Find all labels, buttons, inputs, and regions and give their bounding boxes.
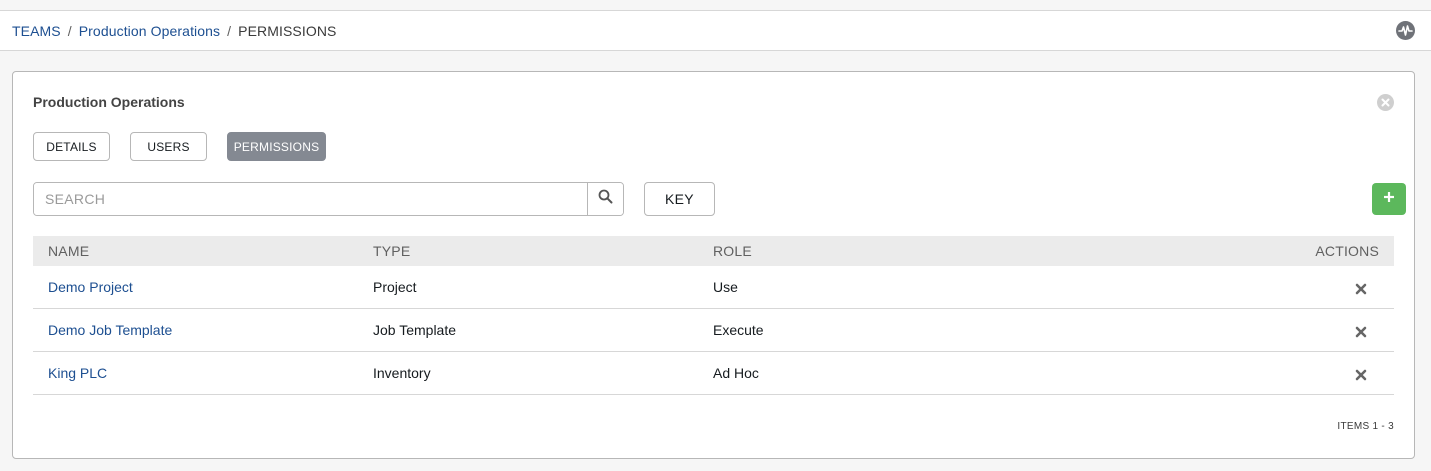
resource-type: Project (373, 279, 417, 295)
column-header-type[interactable]: TYPE (373, 243, 713, 259)
resource-role: Ad Hoc (713, 365, 759, 381)
resource-type: Inventory (373, 365, 431, 381)
pagination-info: ITEMS 1 - 3 (1337, 421, 1394, 432)
column-header-name[interactable]: NAME (33, 243, 373, 259)
table-row: Demo Job Template Job Template Execute (33, 309, 1394, 352)
tab-details[interactable]: DETAILS (33, 132, 110, 161)
breadcrumb: TEAMS / Production Operations / PERMISSI… (12, 11, 336, 50)
resource-role: Execute (713, 322, 764, 338)
add-permission-button[interactable] (1372, 183, 1406, 215)
tab-permissions[interactable]: PERMISSIONS (227, 132, 326, 161)
table-row: King PLC Inventory Ad Hoc (33, 352, 1394, 395)
remove-permission-icon[interactable] (1355, 282, 1367, 295)
search-button[interactable] (587, 183, 623, 215)
search-input[interactable] (34, 183, 587, 215)
pager-range: 1 - 3 (1372, 421, 1394, 432)
column-header-role: ROLE (713, 243, 752, 259)
team-permissions-panel: Production Operations DETAILS USERS PERM… (12, 71, 1415, 459)
resource-type: Job Template (373, 322, 457, 338)
permissions-table: NAME TYPE ROLE ACTIONS Demo Project Proj… (33, 236, 1394, 395)
search-box (33, 182, 624, 216)
search-icon (598, 189, 613, 209)
remove-permission-icon[interactable] (1355, 325, 1367, 338)
plus-icon (1383, 190, 1395, 208)
activity-stream-icon[interactable] (1396, 21, 1415, 40)
resource-name-link[interactable]: Demo Job Template (48, 322, 172, 338)
tab-bar: DETAILS USERS PERMISSIONS (33, 132, 326, 161)
table-row: Demo Project Project Use (33, 266, 1394, 309)
top-bar: TEAMS / Production Operations / PERMISSI… (0, 10, 1431, 51)
breadcrumb-teams-link[interactable]: TEAMS (12, 23, 61, 39)
breadcrumb-separator: / (67, 22, 72, 39)
panel-title: Production Operations (33, 94, 185, 110)
pager-label: ITEMS (1337, 421, 1370, 432)
resource-name-link[interactable]: King PLC (48, 365, 107, 381)
remove-permission-icon[interactable] (1355, 368, 1367, 381)
key-button[interactable]: KEY (644, 182, 715, 216)
table-header: NAME TYPE ROLE ACTIONS (33, 236, 1394, 266)
breadcrumb-current: PERMISSIONS (238, 22, 337, 39)
breadcrumb-team-link[interactable]: Production Operations (79, 23, 220, 39)
resource-name-link[interactable]: Demo Project (48, 279, 133, 295)
column-header-actions: ACTIONS (1315, 243, 1379, 259)
resource-role: Use (713, 279, 738, 295)
tab-users[interactable]: USERS (130, 132, 207, 161)
breadcrumb-separator: / (227, 22, 232, 39)
close-icon[interactable] (1377, 94, 1394, 111)
